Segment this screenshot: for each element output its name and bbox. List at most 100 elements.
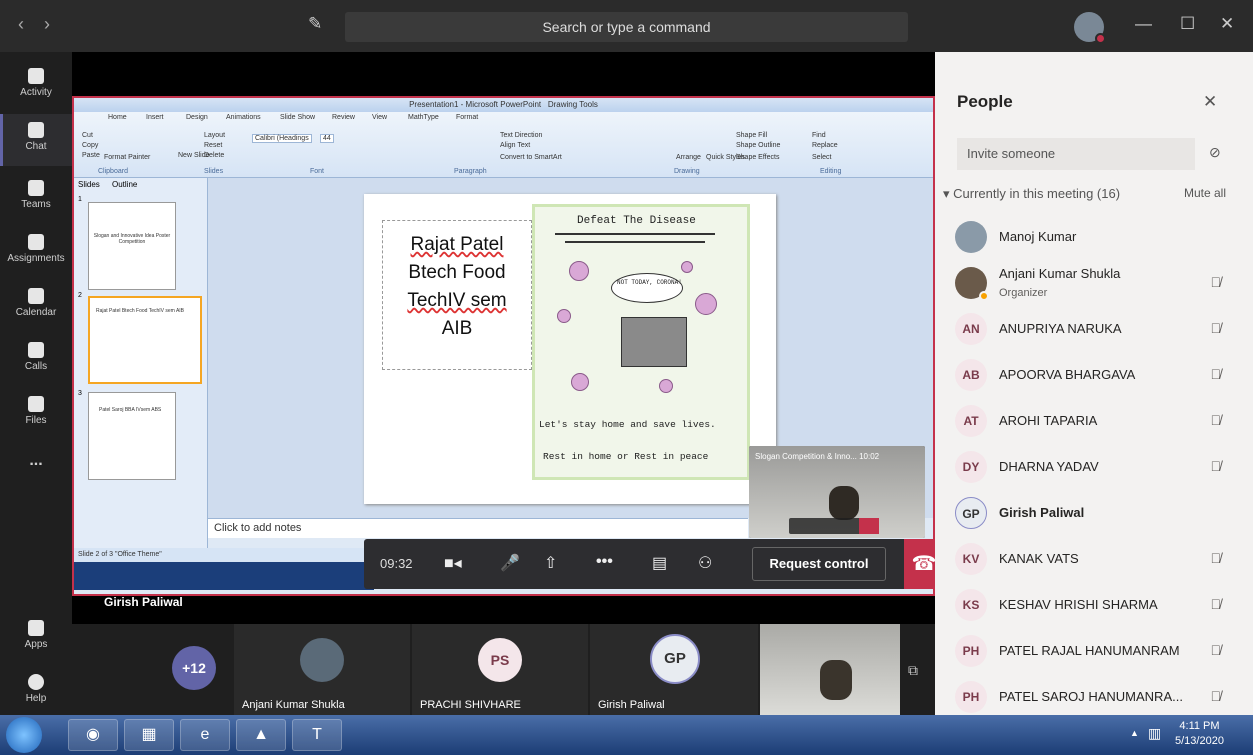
slide-thumb: Patel Saroj BBA IVsem ABS — [88, 392, 176, 480]
ppt-ribbon-item: Align Text — [500, 142, 531, 149]
invite-input[interactable]: Invite someone — [957, 138, 1195, 170]
participant-name: KANAK VATS — [999, 551, 1079, 566]
more-options-icon[interactable]: ••• — [596, 553, 613, 571]
current-meeting-header[interactable]: ▾ Currently in this meeting (16) — [943, 186, 1120, 202]
close-icon[interactable]: ✕ — [1220, 14, 1234, 34]
mic-icon[interactable]: 🎤 — [500, 553, 520, 573]
participant-name: KESHAV HRISHI SHARMA — [999, 597, 1158, 612]
participant-row[interactable]: KV KANAK VATS 🎙̸ — [955, 536, 1235, 582]
participant-row[interactable]: AT AROHI TAPARIA 🎙̸ — [955, 398, 1235, 444]
ppt-tab: Animations — [226, 114, 261, 121]
rail-calendar[interactable]: Calendar — [0, 282, 72, 328]
ppt-group-label: Clipboard — [98, 168, 128, 175]
help-icon — [28, 674, 44, 690]
pip-hangup-icon[interactable] — [859, 518, 879, 534]
participant-name: Anjani Kumar Shukla — [999, 266, 1121, 281]
participant-row[interactable]: PH PATEL SAROJ HANUMANRA... 🎙̸ — [955, 674, 1235, 720]
muted-mic-icon[interactable]: 🎙̸ — [1211, 688, 1222, 704]
more-apps-button[interactable]: ... — [0, 452, 72, 476]
participant-row[interactable]: GP Girish Paliwal — [955, 490, 1235, 536]
search-input[interactable]: Search or type a command — [345, 12, 908, 42]
compose-icon[interactable]: ✎ — [308, 14, 322, 34]
ppt-title-bar: Presentation1 - Microsoft PowerPoint Dra… — [74, 98, 933, 112]
ppt-ribbon-item: Paste — [82, 152, 100, 159]
muted-mic-icon[interactable]: 🎙̸ — [1211, 366, 1222, 382]
chat-icon[interactable]: ▤ — [652, 553, 667, 573]
ppt-ribbon-item: Replace — [812, 142, 838, 149]
minimize-icon[interactable]: — — [1135, 14, 1152, 34]
share-screen-icon[interactable]: ⇧ — [544, 553, 557, 573]
ppt-group-label: Editing — [820, 168, 842, 175]
muted-mic-icon[interactable]: 🎙̸ — [1211, 642, 1222, 658]
participant-row[interactable]: Anjani Kumar Shukla Organizer 🎙̸ — [955, 260, 1235, 306]
network-icon[interactable]: ▥ — [1148, 725, 1161, 742]
ppt-ribbon-item: Arrange — [676, 154, 701, 161]
profile-avatar[interactable] — [1074, 12, 1106, 44]
participant-name: Manoj Kumar — [999, 229, 1077, 244]
ie-icon[interactable]: e — [180, 719, 230, 751]
participant-silhouette — [820, 660, 852, 700]
muted-mic-icon[interactable]: 🎙̸ — [1211, 320, 1222, 336]
explorer-icon[interactable]: ▦ — [124, 719, 174, 751]
font-name-box: Calibri (Headings — [252, 134, 312, 143]
tray-arrow-icon[interactable]: ▲ — [1130, 728, 1139, 738]
back-icon[interactable]: ‹ — [18, 14, 24, 35]
mute-all-button[interactable]: Mute all — [1184, 186, 1226, 200]
muted-mic-icon[interactable]: 🎙̸ — [1211, 596, 1222, 612]
participant-row[interactable]: PH PATEL RAJAL HANUMANRAM 🎙̸ — [955, 628, 1235, 674]
participant-name: PATEL RAJAL HANUMANRAM — [999, 643, 1180, 658]
ppt-tab: Design — [186, 114, 208, 121]
rail-chat[interactable]: Chat — [0, 114, 72, 166]
avatar: AT — [955, 405, 987, 437]
participant-name: DHARNA YADAV — [999, 459, 1099, 474]
slide-text-box: Rajat Patel Btech Food TechIV sem AIB — [382, 220, 532, 370]
participant-tile[interactable]: Anjani Kumar Shukla — [234, 624, 410, 715]
ppt-notes: Click to add notes — [208, 518, 748, 538]
avatar: KV — [955, 543, 987, 575]
teams-icon — [28, 180, 44, 196]
rail-activity[interactable]: Activity — [0, 62, 72, 108]
close-icon[interactable]: ✕ — [1203, 92, 1217, 112]
link-icon[interactable]: ⊘ — [1209, 144, 1221, 161]
start-button[interactable] — [6, 717, 42, 753]
muted-mic-icon[interactable]: 🎙̸ — [1211, 412, 1222, 428]
participant-row[interactable]: AN ANUPRIYA NARUKA 🎙̸ — [955, 306, 1235, 352]
rail-teams[interactable]: Teams — [0, 174, 72, 220]
poster-bubble: NOT TODAY, CORONA! — [617, 279, 682, 286]
popout-icon[interactable]: ⧉ — [908, 662, 918, 679]
ppt-tab: MathType — [408, 114, 439, 121]
participant-name: PATEL SAROJ HANUMANRA... — [999, 689, 1183, 704]
participant-row[interactable]: Manoj Kumar — [955, 214, 1235, 260]
participant-row[interactable]: KS KESHAV HRISHI SHARMA 🎙̸ — [955, 582, 1235, 628]
chrome-icon[interactable]: ◉ — [68, 719, 118, 751]
rail-files[interactable]: Files — [0, 390, 72, 436]
muted-mic-icon[interactable]: 🎙̸ — [1211, 458, 1222, 474]
muted-mic-icon[interactable]: 🎙̸ — [1211, 274, 1222, 290]
teams-icon[interactable]: T — [292, 719, 342, 751]
camera-icon[interactable]: ■◂ — [444, 553, 462, 573]
participants-icon[interactable]: ⚇ — [698, 553, 712, 573]
participant-row[interactable]: DY DHARNA YADAV 🎙̸ — [955, 444, 1235, 490]
ppt-group-label: Paragraph — [454, 168, 487, 175]
muted-mic-icon[interactable]: 🎙̸ — [1211, 550, 1222, 566]
calendar-icon — [28, 288, 44, 304]
avatar: GP — [955, 497, 987, 529]
request-control-button[interactable]: Request control — [752, 547, 886, 581]
participant-tile[interactable] — [760, 624, 900, 715]
ppt-ribbon-item: Shape Effects — [736, 154, 780, 161]
ppt-group-label: Drawing — [674, 168, 700, 175]
overflow-tile[interactable]: +12 — [72, 624, 232, 715]
clock[interactable]: 4:11 PM 5/13/2020 — [1175, 719, 1224, 749]
rail-apps[interactable]: Apps — [0, 614, 72, 658]
rail-help[interactable]: Help — [0, 668, 72, 712]
participant-tile[interactable]: GP Girish Paliwal — [590, 624, 758, 715]
self-view-pip[interactable]: Slogan Competition & Inno... 10:02 — [749, 446, 925, 538]
vlc-icon[interactable]: ▲ — [236, 719, 286, 751]
rail-assignments[interactable]: Assignments — [0, 228, 72, 274]
maximize-icon[interactable]: ☐ — [1180, 14, 1195, 34]
participant-tile[interactable]: PS PRACHI SHIVHARE — [412, 624, 588, 715]
poster-title: Defeat The Disease — [577, 215, 696, 227]
rail-calls[interactable]: Calls — [0, 336, 72, 382]
forward-icon[interactable]: › — [44, 14, 50, 35]
participant-row[interactable]: AB APOORVA BHARGAVA 🎙̸ — [955, 352, 1235, 398]
